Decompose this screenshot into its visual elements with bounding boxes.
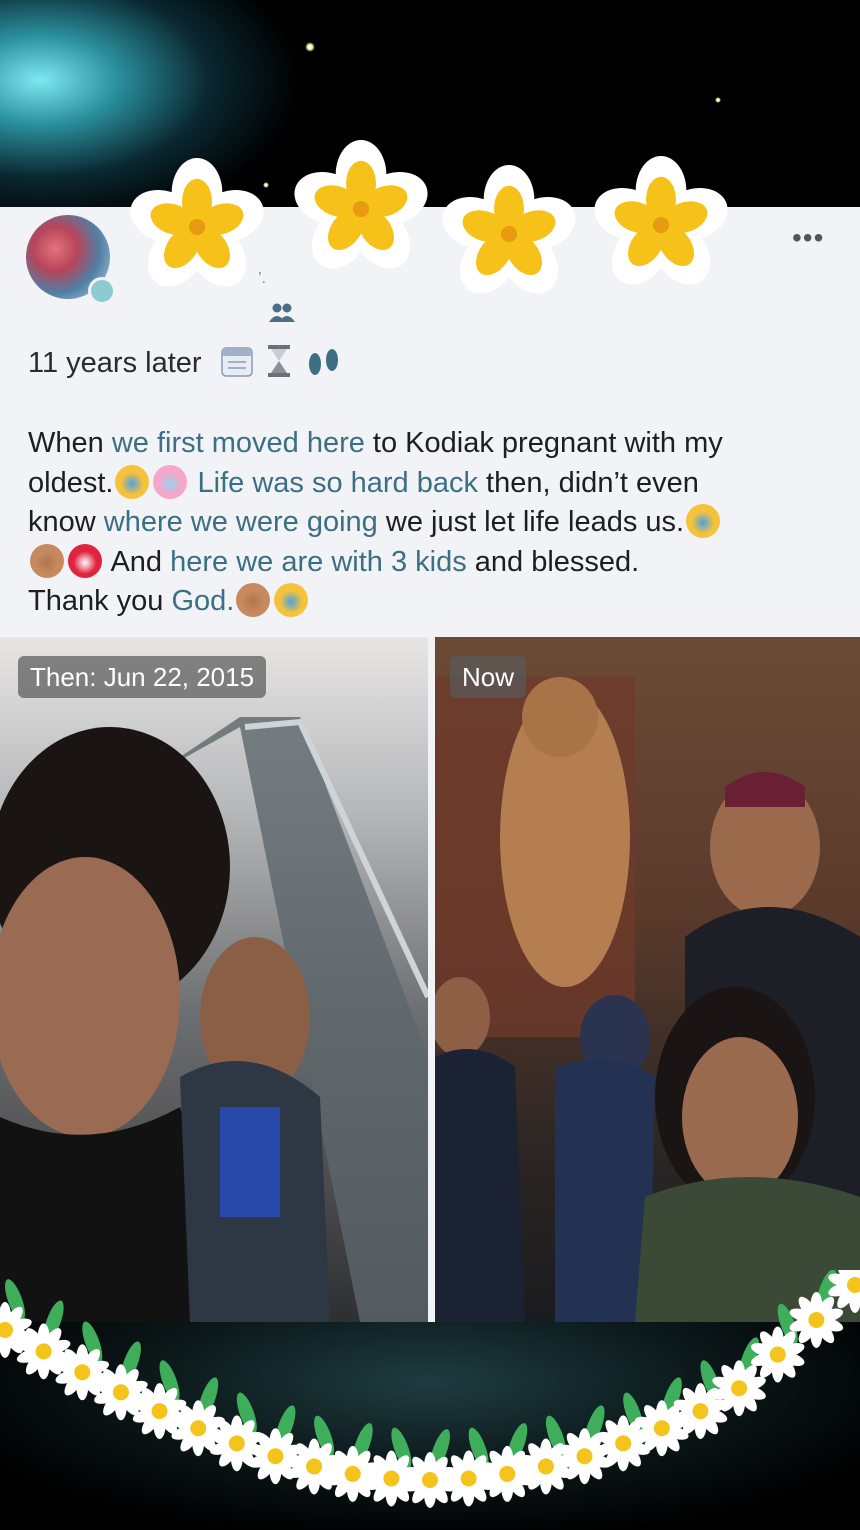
plumeria-flower-icon xyxy=(294,140,428,269)
crying-face-icon xyxy=(115,464,150,499)
photo-divider xyxy=(428,637,435,1322)
crying-face-icon xyxy=(274,583,309,617)
sparkling-heart-icon xyxy=(153,464,188,499)
highlighted-text: where we were going xyxy=(103,506,378,538)
now-label: Now xyxy=(450,656,527,698)
highlighted-text: here we are with 3 kids xyxy=(170,545,467,578)
now-photo[interactable] xyxy=(435,637,860,1322)
folded-hands-icon xyxy=(30,543,64,578)
sparkle-icon xyxy=(305,42,315,52)
daisy-garland-icon xyxy=(0,1270,860,1508)
mending-heart-icon xyxy=(68,543,102,578)
crying-face-icon xyxy=(686,504,721,538)
then-photo[interactable] xyxy=(0,637,428,1322)
body-text-segment: know xyxy=(28,506,104,538)
highlighted-text: God. xyxy=(171,585,235,617)
body-text-segment: And xyxy=(104,545,171,578)
post-body-line: know where we were going we just let lif… xyxy=(28,503,843,543)
now-photo-illustration xyxy=(435,677,860,1322)
plumeria-flower-icon xyxy=(442,165,576,294)
plumeria-flower-icon xyxy=(594,156,728,285)
post-body: When we first moved here to Kodiak pregn… xyxy=(28,424,843,622)
calendar-icon xyxy=(220,347,253,377)
daisy-icon xyxy=(750,1326,805,1383)
post-body-line: oldest. Life was so hard back then, didn… xyxy=(28,464,843,504)
body-text-segment: then, didn’t even xyxy=(478,466,699,499)
folded-hands-icon xyxy=(236,583,271,617)
then-date-label: Then: Jun 22, 2015 xyxy=(18,656,267,698)
body-text-segment: to Kodiak pregnant with my xyxy=(364,427,723,459)
body-text-segment: oldest. xyxy=(28,466,114,499)
headline-text: 11 years later xyxy=(28,347,202,379)
post-headline: 11 years later xyxy=(28,344,344,380)
hourglass-icon xyxy=(267,345,290,377)
then-photo-illustration xyxy=(0,717,428,1322)
sparkle-icon xyxy=(715,97,721,103)
more-options-button[interactable]: ••• xyxy=(792,222,824,254)
body-text-segment: When xyxy=(28,427,112,459)
body-text-segment: and blessed. xyxy=(466,545,640,578)
highlighted-text: Life was so hard back xyxy=(189,466,479,499)
plumeria-flower-icon xyxy=(130,158,264,287)
body-text-segment: Thank you xyxy=(28,585,172,617)
post-body-line: When we first moved here to Kodiak pregn… xyxy=(28,424,843,464)
online-badge xyxy=(88,277,116,305)
friends-icon xyxy=(269,303,295,322)
post-body-line: And here we are with 3 kids and blessed. xyxy=(28,543,843,583)
post-body-line: Thank you God. xyxy=(28,582,843,622)
highlighted-text: we first moved here xyxy=(111,427,365,459)
body-text-segment: we just let life leads us. xyxy=(377,506,685,538)
footprints-icon xyxy=(308,349,338,375)
